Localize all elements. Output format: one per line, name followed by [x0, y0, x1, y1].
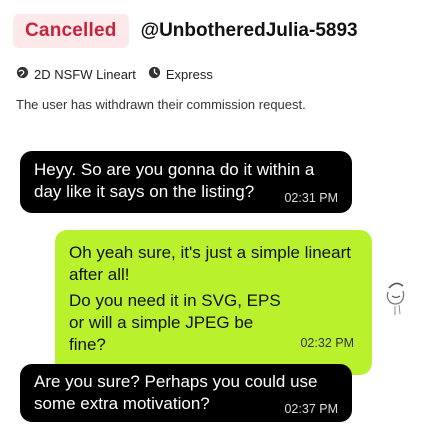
delivery-tag: Express: [148, 66, 213, 82]
message-time: 02:37 PM: [284, 402, 338, 416]
clock-icon: [148, 66, 161, 82]
message-text: Oh yeah sure, it's just a simple lineart…: [69, 243, 351, 284]
message-time: 02:32 PM: [300, 336, 354, 350]
delivery-label: Express: [165, 66, 213, 82]
withdrawal-notice: The user has withdrawn their commission …: [16, 97, 306, 112]
message-time: 02:31 PM: [284, 191, 338, 205]
globe-icon: [16, 66, 29, 82]
avatar[interactable]: [383, 278, 409, 318]
username[interactable]: @UnbotheredJulia-5893: [141, 20, 358, 42]
message-bubble-incoming: Are you sure? Perhaps you could use some…: [20, 364, 352, 422]
service-label: 2D NSFW Lineart: [34, 66, 136, 82]
order-meta: 2D NSFW Lineart Express: [16, 66, 225, 82]
message-bubble-incoming: Heyy. So are you gonna do it within a da…: [20, 151, 352, 213]
service-tag: 2D NSFW Lineart: [16, 66, 136, 82]
message-bubble-outgoing: Oh yeah sure, it's just a simple lineart…: [55, 230, 372, 375]
message-text: some extra motivation?: [34, 394, 210, 413]
status-row: Cancelled @UnbotheredJulia-5893: [13, 14, 358, 48]
message-text: Do you need it in SVG, EPS or will a sim…: [69, 291, 281, 354]
status-badge: Cancelled: [13, 14, 129, 48]
message-text: Heyy. So are you gonna do it within a: [34, 160, 315, 179]
message-text: Are you sure? Perhaps you could use: [34, 372, 318, 391]
message-text: day like it says on the listing?: [34, 182, 255, 201]
